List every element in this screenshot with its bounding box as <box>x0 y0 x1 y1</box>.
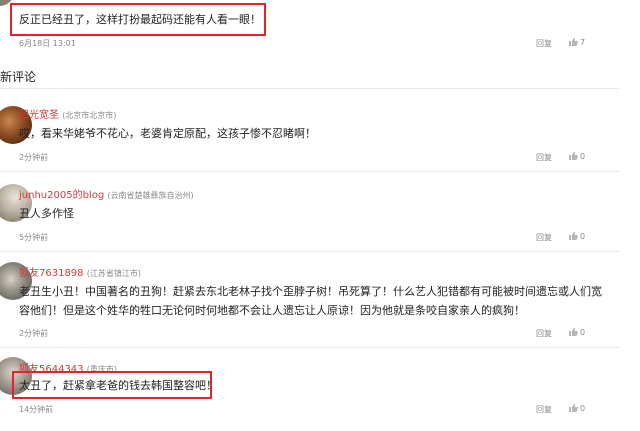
like-count: 0 <box>580 151 586 161</box>
comment-username[interactable]: 狐友7631898 (江苏省镇江市) <box>19 264 141 279</box>
thumbs-up-icon <box>569 328 578 336</box>
reply-button[interactable]: 回复 <box>536 232 552 243</box>
comment-location: (北京市北京市) <box>62 111 117 120</box>
like-count: 0 <box>580 403 586 413</box>
top-comment-like-count: 7 <box>580 37 586 47</box>
reply-button[interactable]: 回复 <box>536 328 552 339</box>
comment-divider <box>0 251 620 252</box>
comment-divider <box>0 171 620 172</box>
top-comment-like-button[interactable]: 7 <box>568 37 585 47</box>
thumbs-up-icon <box>569 404 578 412</box>
like-count: 0 <box>580 327 586 337</box>
reply-button[interactable]: 回复 <box>536 152 552 163</box>
comment-time: 2分钟前 <box>19 329 49 338</box>
comment-text: 老丑生小丑！中国著名的丑狗！赶紧去东北老林子找个歪脖子树！吊死算了！什么艺人犯错… <box>19 285 602 317</box>
section-divider <box>0 88 620 89</box>
comment-location: (江苏省镇江市) <box>86 269 141 278</box>
comment-location: (云南省楚雄彝族自治州) <box>107 191 194 200</box>
top-comment-highlight-box <box>10 3 266 36</box>
thumbs-up-icon <box>569 152 578 160</box>
comment-time: 2分钟前 <box>19 153 49 162</box>
thumbs-up-icon <box>569 232 578 240</box>
section-title: 新评论 <box>0 70 37 84</box>
comment-text: 哎，看来华姥爷不花心，老婆肯定原配，这孩子惨不忍睹啊！ <box>19 127 316 140</box>
comment-divider <box>0 347 620 348</box>
like-button[interactable]: 0 <box>568 151 585 161</box>
like-button[interactable]: 0 <box>568 327 585 337</box>
reply-button[interactable]: 回复 <box>536 404 552 415</box>
like-button[interactable]: 0 <box>568 403 585 413</box>
like-button[interactable]: 0 <box>568 231 585 241</box>
comment-time: 14分钟前 <box>19 405 54 414</box>
top-comment-time: 6月18日 13:01 <box>19 39 76 48</box>
comment-username[interactable]: junhu2005的blog (云南省楚雄彝族自治州) <box>19 186 194 201</box>
comment-time: 5分钟前 <box>19 233 49 242</box>
comment-text: 丑人多作怪 <box>19 207 74 220</box>
like-count: 0 <box>580 231 586 241</box>
top-comment-reply-button[interactable]: 回复 <box>536 38 552 49</box>
comment-highlight-box <box>12 371 212 399</box>
thumbs-up-icon <box>569 38 578 46</box>
comment-username[interactable]: 阳光宽圣 (北京市北京市) <box>19 106 116 121</box>
